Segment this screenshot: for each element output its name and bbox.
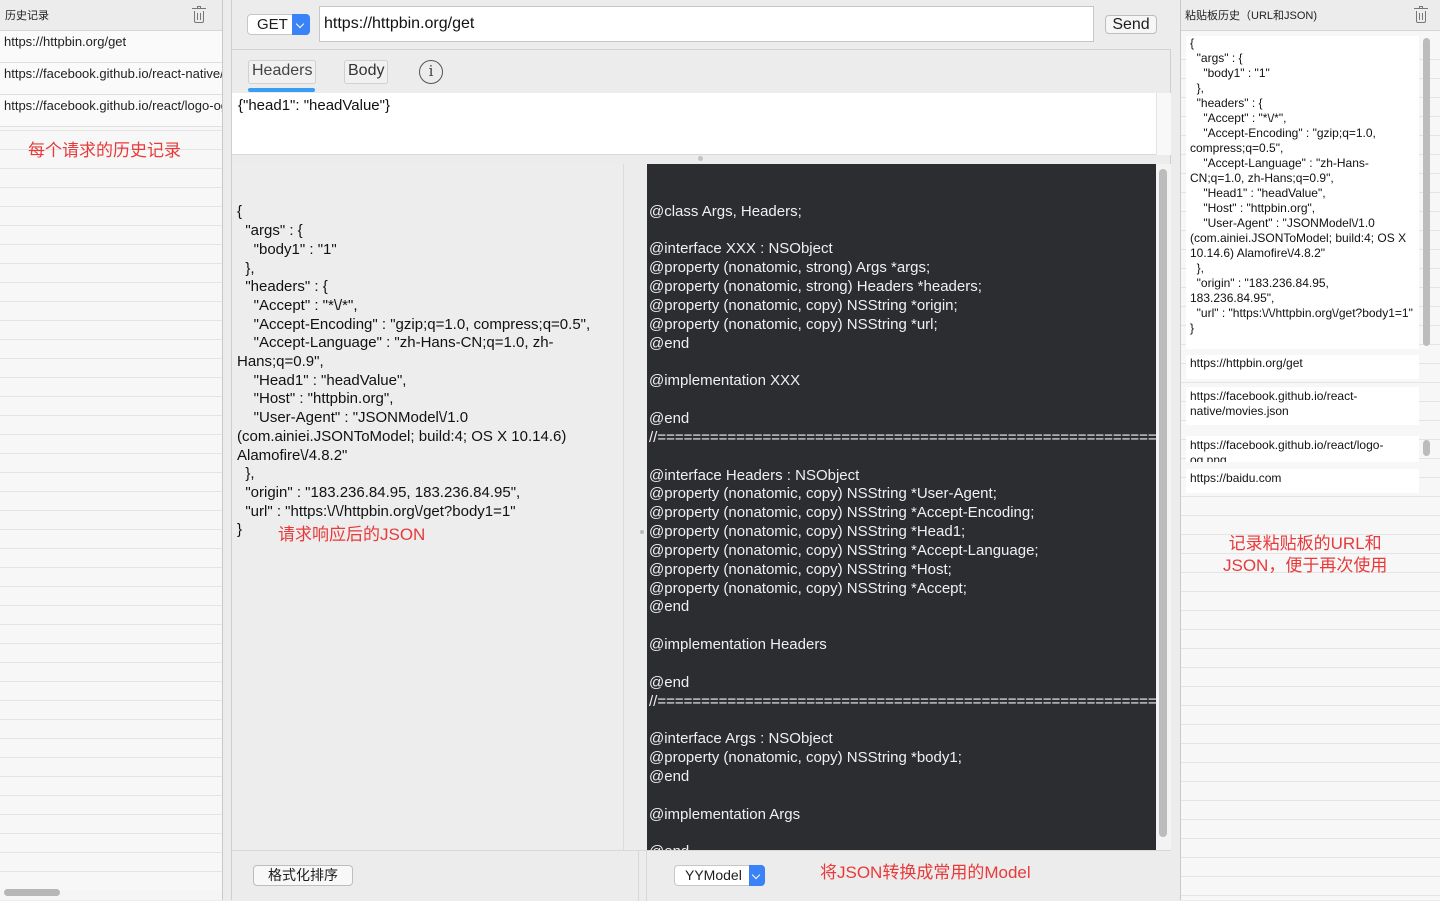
clipboard-title: 粘贴板历史（URL和JSON) <box>1185 10 1318 22</box>
model-type-select[interactable]: YYModel <box>674 865 765 886</box>
method-value: GET <box>257 16 288 33</box>
format-sort-button[interactable]: 格式化排序 <box>253 865 353 886</box>
history-header: 历史记录 <box>0 0 222 31</box>
history-list[interactable]: https://httpbin.org/get https://facebook… <box>0 31 222 890</box>
method-select[interactable]: GET <box>247 14 310 35</box>
chevron-down-icon[interactable] <box>749 865 765 886</box>
model-scrollbar[interactable] <box>1156 164 1171 850</box>
model-code-view[interactable]: @class Args, Headers; @interface XXX : N… <box>647 164 1156 850</box>
headers-textarea[interactable]: {"head1": "headValue"} <box>232 93 1156 155</box>
model-type-value: YYModel <box>685 867 742 883</box>
clipboard-header: 粘贴板历史（URL和JSON) <box>1181 0 1440 31</box>
active-tab-indicator <box>248 88 315 92</box>
clipboard-item[interactable]: https://baidu.com <box>1186 469 1419 493</box>
clear-history-trash-icon[interactable] <box>192 6 206 23</box>
history-sidebar: 历史记录 https://httpbin.org/get https://fac… <box>0 0 223 900</box>
clipboard-item[interactable]: https://httpbin.org/get <box>1186 355 1419 379</box>
main-panel: GET Send Headers Body i {"head1": "headV… <box>231 0 1171 901</box>
headers-scrollbar[interactable] <box>1156 93 1171 155</box>
vertical-split-handle[interactable] <box>638 164 647 850</box>
bottom-divider <box>638 851 647 901</box>
clear-clipboard-trash-icon[interactable] <box>1414 6 1428 23</box>
response-json-view[interactable]: { "args" : { "body1" : "1" }, "headers" … <box>232 164 624 850</box>
history-annotation: 每个请求的历史记录 <box>28 141 181 160</box>
clipboard-list[interactable]: { "args" : { "body1" : "1" }, "headers" … <box>1181 31 1440 900</box>
url-bar: GET Send <box>232 0 1171 50</box>
split-divider-handle[interactable] <box>698 156 703 161</box>
history-item[interactable]: https://facebook.github.io/react/logo-og… <box>0 95 222 127</box>
history-horizontal-scrollbar[interactable] <box>4 889 60 896</box>
send-button[interactable]: Send <box>1105 15 1157 34</box>
bottom-toolbar: 格式化排序 YYModel 将JSON转换成常用的Model <box>232 850 1171 901</box>
chevron-down-icon[interactable] <box>292 14 310 35</box>
tab-body[interactable]: Body <box>344 60 389 84</box>
history-item[interactable]: https://httpbin.org/get <box>0 31 222 63</box>
clipboard-sidebar: 粘贴板历史（URL和JSON) { "args" : { "body1" : "… <box>1180 0 1440 900</box>
tab-headers[interactable]: Headers <box>248 60 317 84</box>
clipboard-json-scrollbar[interactable] <box>1421 36 1433 349</box>
model-annotation: 将JSON转换成常用的Model <box>820 863 1031 882</box>
response-annotation: 请求响应后的JSON <box>278 525 426 544</box>
history-item[interactable]: https://facebook.github.io/react-native/… <box>0 63 222 95</box>
history-title: 历史记录 <box>5 10 49 22</box>
clipboard-item-scrollbar[interactable] <box>1421 436 1433 462</box>
clipboard-item[interactable]: https://facebook.github.io/react-native/… <box>1186 387 1419 425</box>
clipboard-annotation: 记录粘贴板的URL和 JSON，便于再次使用 <box>1223 534 1388 575</box>
info-icon[interactable]: i <box>419 60 443 84</box>
clipboard-item[interactable]: https://facebook.github.io/react/logo-og… <box>1186 436 1419 462</box>
model-code-text: @class Args, Headers; @interface XXX : N… <box>649 202 1156 850</box>
url-input[interactable] <box>319 6 1094 42</box>
clipboard-json-item[interactable]: { "args" : { "body1" : "1" }, "headers" … <box>1186 36 1419 349</box>
response-json-text: { "args" : { "body1" : "1" }, "headers" … <box>237 203 591 539</box>
request-tabs: Headers Body i <box>232 51 1171 93</box>
